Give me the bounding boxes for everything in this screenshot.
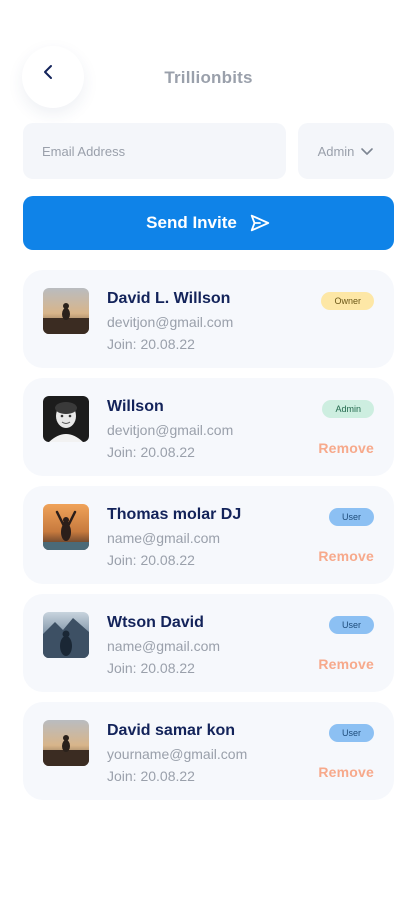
send-invite-button[interactable]: Send Invite xyxy=(23,196,394,250)
member-email: name@gmail.com xyxy=(107,638,221,654)
member-list: David L. Willson devitjon@gmail.com Join… xyxy=(23,270,394,810)
email-field[interactable] xyxy=(23,123,286,179)
member-join-date: Join: 20.08.22 xyxy=(107,444,195,460)
member-join-date: Join: 20.08.22 xyxy=(107,768,195,784)
role-badge: Admin xyxy=(322,400,374,418)
member-card[interactable]: Thomas molar DJ name@gmail.com Join: 20.… xyxy=(23,486,394,584)
member-join-date: Join: 20.08.22 xyxy=(107,336,195,352)
header: Trillionbits xyxy=(18,46,399,108)
avatar xyxy=(43,396,89,442)
member-email: name@gmail.com xyxy=(107,530,221,546)
member-email: devitjon@gmail.com xyxy=(107,422,234,438)
page-title: Trillionbits xyxy=(164,68,253,87)
team-members-screen: Trillionbits Admin Send Invite xyxy=(0,0,417,900)
remove-button[interactable]: Remove xyxy=(318,548,374,564)
role-badge: User xyxy=(328,616,374,634)
remove-button[interactable]: Remove xyxy=(318,440,374,456)
chevron-down-icon xyxy=(361,148,374,155)
member-name: Thomas molar DJ xyxy=(107,506,242,523)
role-select[interactable]: Admin xyxy=(298,123,394,179)
role-select-value: Admin xyxy=(317,143,355,159)
member-name: Willson xyxy=(107,398,164,415)
avatar xyxy=(43,612,89,658)
role-badge: Owner xyxy=(321,292,374,310)
remove-button[interactable]: Remove xyxy=(318,764,374,780)
invite-row: Admin xyxy=(23,123,394,179)
member-name: David L. Willson xyxy=(107,290,231,307)
role-badge: User xyxy=(328,508,374,526)
member-join-date: Join: 20.08.22 xyxy=(107,660,195,676)
send-icon xyxy=(250,214,270,232)
member-name: Wtson David xyxy=(107,614,204,631)
role-badge: User xyxy=(328,724,374,742)
avatar xyxy=(43,720,89,766)
member-card[interactable]: Willson devitjon@gmail.com Join: 20.08.2… xyxy=(23,378,394,476)
send-invite-label: Send Invite xyxy=(146,213,237,232)
member-card[interactable]: David samar kon yourname@gmail.com Join:… xyxy=(23,702,394,800)
member-name: David samar kon xyxy=(107,722,236,739)
member-join-date: Join: 20.08.22 xyxy=(107,552,195,568)
member-card[interactable]: Wtson David name@gmail.com Join: 20.08.2… xyxy=(23,594,394,692)
avatar xyxy=(43,288,89,334)
member-card[interactable]: David L. Willson devitjon@gmail.com Join… xyxy=(23,270,394,368)
remove-button[interactable]: Remove xyxy=(318,656,374,672)
member-email: devitjon@gmail.com xyxy=(107,314,234,330)
member-email: yourname@gmail.com xyxy=(107,746,248,762)
avatar xyxy=(43,504,89,550)
